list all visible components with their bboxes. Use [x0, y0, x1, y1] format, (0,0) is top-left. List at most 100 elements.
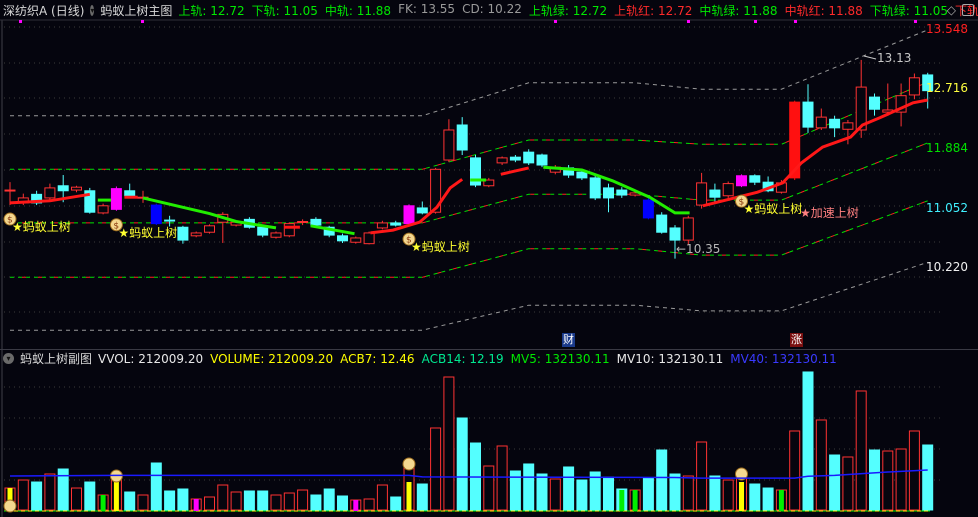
- kline-chart[interactable]: $$$$: [0, 0, 978, 517]
- volume-bar: [257, 490, 269, 511]
- candle-body: [456, 124, 468, 151]
- event-tick-marker: [141, 20, 144, 23]
- candle-body: [164, 219, 176, 222]
- sub-indicator-value-5: MV10: 132130.11: [616, 351, 724, 366]
- candle-body: [44, 187, 56, 199]
- money-bag-icon: [402, 457, 416, 471]
- candle-body: [390, 222, 402, 226]
- volume-bar: [669, 473, 681, 511]
- candle-body: [589, 177, 601, 199]
- finance-badge[interactable]: 财: [562, 333, 575, 347]
- rise-badge[interactable]: 涨: [790, 333, 803, 347]
- event-tick-marker: [754, 20, 757, 23]
- candle-body: [363, 232, 375, 245]
- candle-body: [297, 221, 309, 224]
- candle-body: [536, 154, 548, 166]
- candle-body: [523, 151, 535, 164]
- sub-indicator-value-0: VVOL: 212009.20: [98, 351, 204, 366]
- mid-price-label: 11.884: [926, 141, 968, 155]
- candle-body: [177, 226, 189, 241]
- candle-body: [350, 237, 362, 243]
- sub-indicator-value-1: VOLUME: 212009.20: [210, 351, 334, 366]
- volume-bar: [682, 475, 694, 511]
- volume-bar: [722, 479, 734, 511]
- sub-chart-header: ▾ 蚂蚁上树副图 VVOL: 212009.20 VOLUME: 212009.2…: [0, 349, 978, 367]
- candle-body: [576, 171, 588, 179]
- upper-price-label: 12.716: [926, 81, 968, 95]
- volume-bar: [71, 487, 82, 511]
- volume-bar: [549, 478, 561, 511]
- volume-signal-mark: [739, 482, 744, 511]
- volume-signal-mark: [632, 490, 638, 511]
- high-price-annotation: 13.13: [877, 51, 912, 65]
- volume-bar: [656, 449, 668, 511]
- candle-body: [656, 214, 668, 233]
- event-tick-marker: [554, 20, 557, 23]
- volume-bar: [31, 481, 43, 511]
- ant-signal-label: ★蚂蚁上树: [411, 240, 470, 255]
- volume-bar: [842, 456, 854, 511]
- volume-bar: [390, 496, 402, 511]
- trend-line-red: [500, 166, 530, 176]
- volume-bar: [762, 487, 774, 511]
- candle-body: [443, 129, 455, 161]
- volume-signal-mark: [406, 482, 412, 511]
- volume-signal-mark: [778, 490, 784, 511]
- band-cd-line: [10, 261, 928, 331]
- candle-body: [802, 101, 814, 128]
- candle-body: [749, 175, 761, 183]
- sub-indicator-value-2: ACB7: 12.46: [340, 351, 415, 366]
- volume-bar: [456, 417, 468, 511]
- candle-body: [337, 235, 348, 242]
- candle-body: [842, 122, 854, 130]
- sub-indicator-menu-chevron-icon[interactable]: ▾: [3, 353, 14, 364]
- volume-signal-mark: [193, 498, 199, 511]
- candle-body: [270, 232, 282, 238]
- volume-bar: [430, 427, 442, 511]
- volume-bar: [576, 479, 588, 511]
- fk-price-label: 13.548: [926, 22, 968, 36]
- candle-body: [669, 227, 681, 241]
- candle-body: [257, 226, 269, 236]
- candle-body: [124, 190, 136, 197]
- candle-body: [642, 199, 654, 219]
- candle-body: [869, 96, 880, 110]
- volume-bar: [563, 466, 575, 511]
- candle-body: [71, 186, 82, 191]
- candle-body: [4, 189, 16, 192]
- high-pointer: [863, 55, 877, 60]
- candle-body: [150, 204, 162, 225]
- volume-bar: [376, 484, 388, 511]
- event-tick-marker: [687, 20, 690, 23]
- volume-signal-mark: [113, 482, 119, 511]
- volume-bar: [496, 445, 508, 511]
- volume-bar: [297, 489, 309, 511]
- candle-body: [709, 189, 721, 198]
- volume-bar: [124, 491, 136, 511]
- ant-signal-label: ★蚂蚁上树: [118, 225, 178, 240]
- volume-bar: [882, 450, 894, 511]
- volume-bar: [243, 490, 255, 511]
- accelerate-signal-label: ★加速上树: [800, 206, 859, 220]
- volume-bar: [363, 498, 375, 511]
- volume-bar: [483, 465, 495, 511]
- candle-body: [736, 175, 747, 187]
- candle-body: [696, 182, 708, 206]
- volume-bar: [709, 475, 721, 511]
- trend-line-red: [702, 98, 928, 208]
- ant-signal-label: ★蚂蚁上树: [12, 220, 71, 235]
- volume-bar: [337, 495, 348, 511]
- candle-body: [908, 77, 920, 96]
- volume-bar: [789, 430, 801, 511]
- volume-bar: [84, 481, 96, 511]
- candle-body: [416, 207, 428, 214]
- volume-bar: [895, 448, 907, 511]
- sub-indicator-name[interactable]: 蚂蚁上树副图: [20, 350, 92, 367]
- sub-indicator-value-3: ACB14: 12.19: [421, 351, 504, 366]
- volume-bar: [603, 476, 614, 511]
- volume-bar: [855, 390, 867, 511]
- volume-bar: [204, 496, 215, 511]
- volume-bar: [230, 491, 242, 511]
- volume-bar: [536, 473, 548, 511]
- volume-signal-mark: [353, 500, 359, 511]
